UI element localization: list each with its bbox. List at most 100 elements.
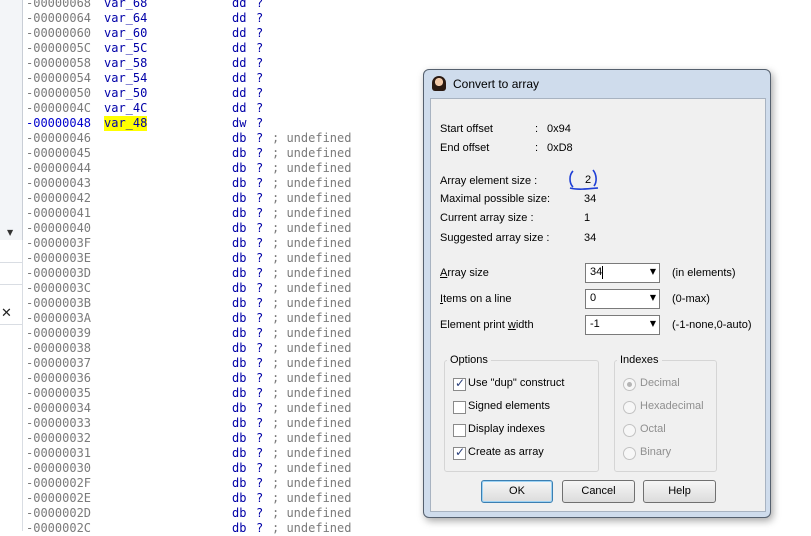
row-directive: db [232, 326, 247, 340]
row-comment: ; undefined [272, 131, 352, 145]
index-radio[interactable] [623, 447, 636, 460]
index-label[interactable]: Decimal [640, 377, 680, 389]
row-value: ? [256, 41, 264, 55]
row-value: ? [256, 101, 264, 115]
radio-dot [627, 382, 632, 387]
row-value: ? [256, 86, 264, 100]
print-width-combobox[interactable]: -1 ▼ [585, 315, 660, 335]
array-size-combobox[interactable]: 34 ▼ [585, 263, 660, 283]
pane-separator [0, 262, 22, 263]
row-value: ? [256, 131, 264, 145]
chevron-down-icon[interactable]: ▼ [650, 293, 656, 302]
app-icon [432, 76, 446, 91]
row-directive: db [232, 161, 247, 175]
print-width-hint: (-1-none,0-auto) [672, 319, 752, 331]
items-on-line-label: Items on a line [440, 293, 512, 305]
option-label[interactable]: Create as array [468, 446, 544, 458]
print-width-value: -1 [590, 318, 600, 330]
row-address: -00000045 [26, 146, 92, 160]
option-checkbox[interactable] [453, 424, 466, 437]
option-checkbox[interactable]: ✓ [453, 376, 466, 391]
options-group-title: Options [447, 354, 491, 366]
index-radio[interactable] [623, 378, 636, 391]
pane-separator [0, 284, 22, 285]
row-comment: ; undefined [272, 341, 352, 355]
index-label[interactable]: Hexadecimal [640, 400, 704, 412]
option-label[interactable]: Signed elements [468, 400, 550, 412]
row-comment: ; undefined [272, 491, 352, 505]
row-value: ? [256, 446, 264, 460]
row-address: -00000046 [26, 131, 92, 145]
row-address: -0000003E [26, 251, 92, 265]
row-address: -00000036 [26, 371, 92, 385]
row-value: ? [256, 236, 264, 250]
row-variable-name: var_5C [104, 41, 148, 55]
scroll-down-arrow[interactable]: ▼ [7, 228, 13, 237]
row-variable-name: var_58 [104, 56, 148, 70]
row-value: ? [256, 461, 264, 475]
array-size-value: 34 [590, 266, 603, 278]
row-value: ? [256, 116, 264, 130]
suggested-size-value: 34 [584, 232, 597, 244]
row-directive: db [232, 311, 247, 325]
option-label[interactable]: Display indexes [468, 423, 545, 435]
row-directive: dw [232, 116, 247, 130]
row-comment: ; undefined [272, 446, 352, 460]
items-on-line-combobox[interactable]: 0 ▼ [585, 289, 660, 309]
row-directive: db [232, 446, 247, 460]
row-comment: ; undefined [272, 521, 352, 535]
option-checkbox[interactable]: ✓ [453, 445, 466, 460]
row-comment: ; undefined [272, 401, 352, 415]
row-directive: dd [232, 86, 247, 100]
index-radio[interactable] [623, 424, 636, 437]
end-offset-value: 0xD8 [547, 142, 573, 154]
row-comment: ; undefined [272, 296, 352, 310]
cancel-button[interactable]: Cancel [562, 480, 635, 503]
option-checkbox[interactable] [453, 401, 466, 414]
ok-button[interactable]: OK [481, 480, 553, 503]
row-directive: db [232, 431, 247, 445]
row-address: -0000005C [26, 41, 92, 55]
row-address: -00000038 [26, 341, 92, 355]
row-directive: db [232, 401, 247, 415]
index-label[interactable]: Binary [640, 446, 671, 458]
index-radio[interactable] [623, 401, 636, 414]
index-label[interactable]: Octal [640, 423, 666, 435]
row-address: -00000039 [26, 326, 92, 340]
row-comment: ; undefined [272, 386, 352, 400]
left-pane-lower [0, 240, 23, 531]
row-value: ? [256, 371, 264, 385]
row-directive: dd [232, 101, 247, 115]
row-value: ? [256, 296, 264, 310]
row-value: ? [256, 476, 264, 490]
help-button[interactable]: Help [643, 480, 716, 503]
row-address: -0000002F [26, 476, 92, 490]
current-size-value: 1 [584, 212, 591, 224]
row-value: ? [256, 326, 264, 340]
row-address: -0000003B [26, 296, 92, 310]
close-icon[interactable]: ✕ [1, 306, 12, 321]
chevron-down-icon[interactable]: ▼ [650, 267, 656, 276]
row-value: ? [256, 251, 264, 265]
row-comment: ; undefined [272, 476, 352, 490]
chevron-down-icon[interactable]: ▼ [650, 319, 656, 328]
row-address: -00000058 [26, 56, 92, 70]
row-value: ? [256, 401, 264, 415]
row-value: ? [256, 521, 264, 535]
row-value: ? [256, 341, 264, 355]
option-label[interactable]: Use "dup" construct [468, 377, 564, 389]
indexes-group-title: Indexes [617, 354, 662, 366]
row-address: -00000043 [26, 176, 92, 190]
row-directive: db [232, 251, 247, 265]
left-pane-list[interactable]: ▼ [0, 0, 23, 241]
left-pane: ▼ ✕ [0, 0, 24, 531]
row-directive: dd [232, 41, 247, 55]
end-offset-label: End offset [440, 142, 490, 154]
row-address: -0000003C [26, 281, 92, 295]
row-value: ? [256, 176, 264, 190]
row-address: -0000004C [26, 101, 92, 115]
row-directive: db [232, 146, 247, 160]
dialog-titlebar[interactable]: Convert to array [424, 70, 770, 98]
row-address: -00000044 [26, 161, 92, 175]
row-address: -00000034 [26, 401, 92, 415]
